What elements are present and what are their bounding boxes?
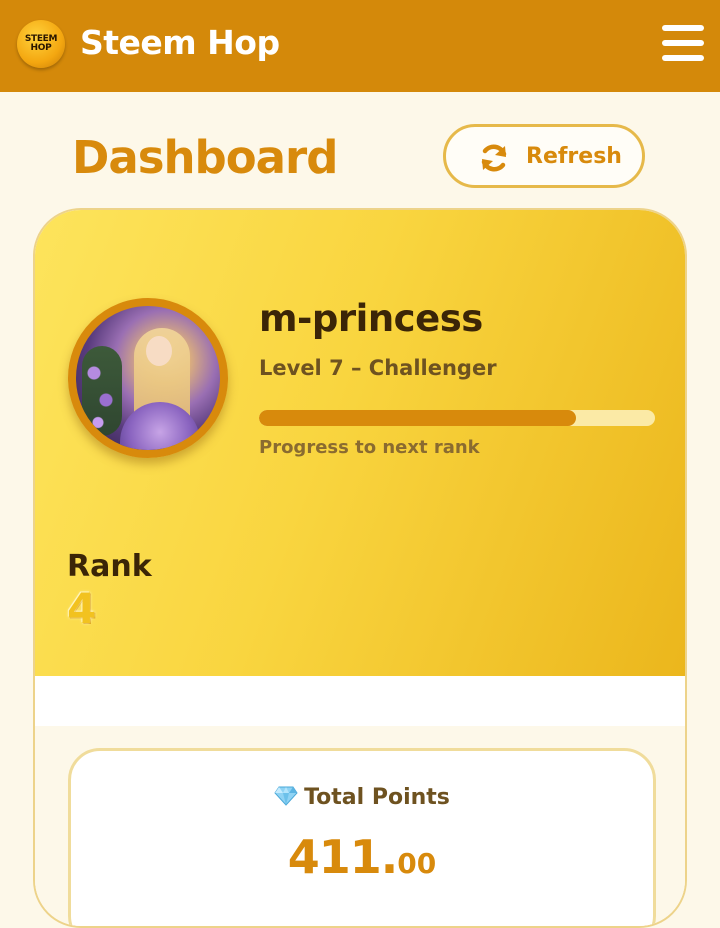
avatar[interactable] xyxy=(68,298,228,458)
total-points-label: Total Points xyxy=(304,785,450,810)
refresh-button[interactable]: Refresh xyxy=(443,124,645,188)
points-integer: 411. xyxy=(287,830,398,884)
total-points-title: Total Points xyxy=(71,783,653,813)
gem-icon xyxy=(274,786,298,806)
profile-card: m-princess Level 7 – Challenger Progress… xyxy=(33,208,687,928)
menu-line xyxy=(662,55,704,61)
refresh-icon xyxy=(481,144,507,172)
total-points-value: 411.00 xyxy=(71,829,653,892)
progress-label: Progress to next rank xyxy=(259,437,480,458)
top-app-bar: STEEM HOP Steem Hop xyxy=(0,0,720,92)
total-points-panel: Total Points 411.00 xyxy=(68,748,656,926)
avatar-flowers xyxy=(82,346,122,436)
rank-label: Rank xyxy=(67,549,152,584)
steem-hop-logo-icon[interactable]: STEEM HOP xyxy=(17,20,65,68)
app-title[interactable]: Steem Hop xyxy=(80,22,280,64)
page-title: Dashboard xyxy=(72,131,338,184)
level-text: Level 7 – Challenger xyxy=(259,356,497,380)
points-decimal: 00 xyxy=(397,847,437,880)
card-divider xyxy=(35,676,685,726)
rank-progress-bar xyxy=(259,410,655,426)
menu-line xyxy=(662,40,704,46)
menu-line xyxy=(662,25,704,31)
logo-text: STEEM HOP xyxy=(24,34,58,53)
rank-value: 4 xyxy=(67,584,97,633)
username: m-princess xyxy=(259,297,483,340)
profile-hero: m-princess Level 7 – Challenger Progress… xyxy=(35,210,685,676)
refresh-label: Refresh xyxy=(526,144,622,169)
rank-progress-fill xyxy=(259,410,576,426)
hamburger-menu-icon[interactable] xyxy=(662,24,704,62)
avatar-face xyxy=(146,336,172,366)
